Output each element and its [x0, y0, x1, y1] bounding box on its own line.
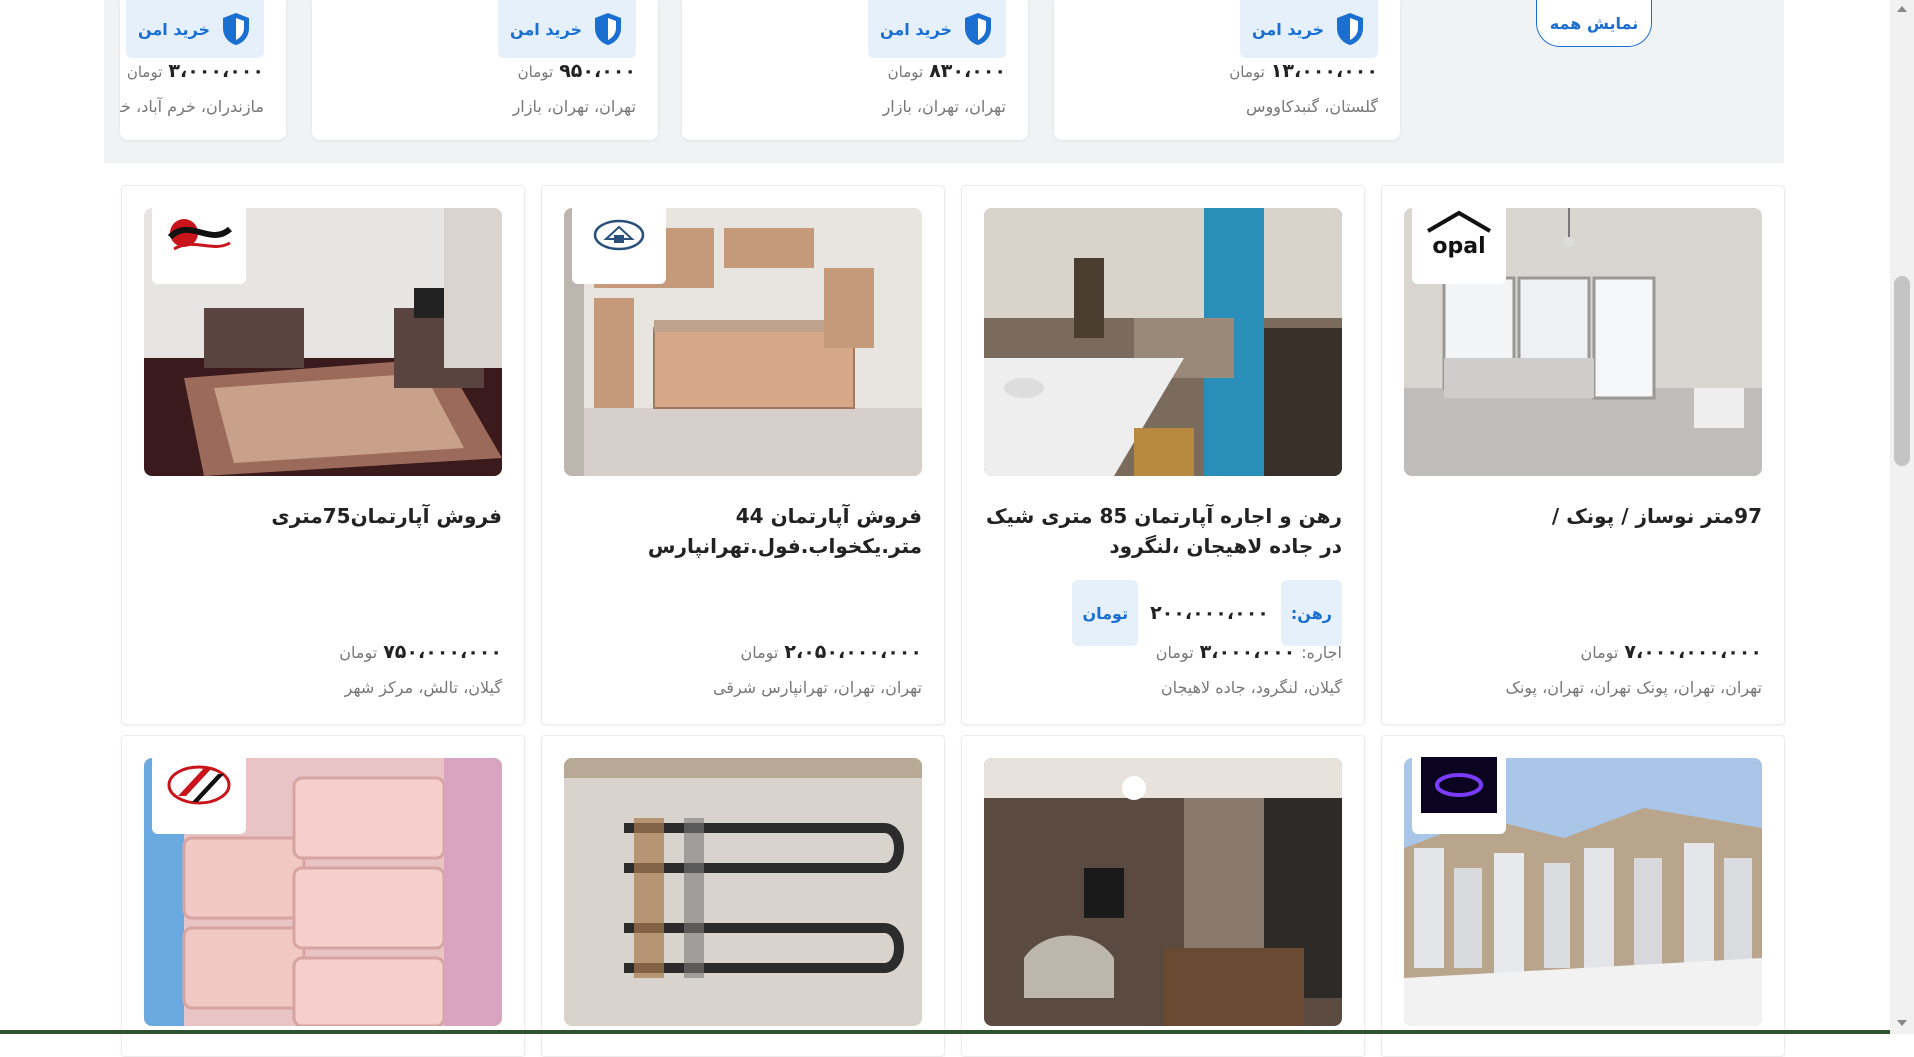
listing-price: ۲،۰۵۰،۰۰۰،۰۰۰تومان: [740, 641, 922, 663]
agency-logo: [152, 736, 246, 834]
deposit-value: ۲۰۰،۰۰۰،۰۰۰: [1150, 602, 1269, 624]
featured-card[interactable]: خرید امن ۹۵۰،۰۰۰تومان تهران، تهران، بازا…: [312, 0, 658, 140]
deposit-label: رهن:: [1280, 580, 1342, 646]
listing-price: ۷۵۰،۰۰۰،۰۰۰تومان: [339, 641, 502, 663]
secure-purchase-badge: خرید امن: [1240, 0, 1378, 58]
secure-purchase-badge: خرید امن: [126, 0, 264, 58]
listing-card[interactable]: فروش آپارتمان75متری ۷۵۰،۰۰۰،۰۰۰تومان گیل…: [121, 185, 525, 725]
featured-card[interactable]: خرید امن ۳،۰۰۰،۰۰۰تومان مازندران، خرم آب…: [120, 0, 286, 140]
agency-logo: [572, 186, 666, 284]
window-bottom-edge: [0, 1030, 1890, 1034]
listing-location: تهران، تهران، پونک تهران، تهران، پونک: [1505, 678, 1762, 697]
featured-card[interactable]: خرید امن ۱۳،۰۰۰،۰۰۰تومان گلستان، گنبدکاو…: [1054, 0, 1400, 140]
scroll-up-icon[interactable]: [1897, 6, 1907, 12]
svg-text:opal: opal: [1432, 234, 1485, 259]
secure-purchase-label: خرید امن: [879, 19, 953, 39]
listing-card[interactable]: [541, 735, 945, 1057]
listing-card[interactable]: [1381, 735, 1785, 1057]
featured-location: مازندران، خرم آباد، خر: [120, 97, 264, 116]
deposit-box: رهن: ۲۰۰،۰۰۰،۰۰۰ تومان: [1072, 580, 1342, 646]
featured-price: ۹۵۰،۰۰۰تومان: [517, 60, 636, 82]
featured-price: ۸۳۰،۰۰۰تومان: [887, 60, 1006, 82]
featured-location: تهران، تهران، بازار: [882, 97, 1006, 116]
listing-title[interactable]: فروش آپارتمان 44 متر.یکخواب.فول.تهرانپار…: [564, 501, 922, 561]
listing-rent: اجاره:۳،۰۰۰،۰۰۰تومان: [1155, 641, 1342, 663]
show-all-button[interactable]: نمایش همه: [1536, 0, 1652, 47]
listing-image[interactable]: [564, 758, 922, 1026]
secure-purchase-label: خرید امن: [509, 19, 583, 39]
agency-logo-icon: [167, 765, 231, 805]
secure-purchase-label: خرید امن: [137, 19, 211, 39]
listing-price: ۷،۰۰۰،۰۰۰،۰۰۰تومان: [1580, 641, 1762, 663]
secure-purchase-label: خرید امن: [1251, 19, 1325, 39]
featured-location: گلستان، گنبدکاووس: [1245, 97, 1378, 116]
featured-card[interactable]: خرید امن ۸۳۰،۰۰۰تومان تهران، تهران، بازا…: [682, 0, 1028, 140]
secure-purchase-badge: خرید امن: [868, 0, 1006, 58]
listing-image[interactable]: [984, 758, 1342, 1026]
scroll-down-icon[interactable]: [1897, 1020, 1907, 1026]
listing-card[interactable]: فروش آپارتمان 44 متر.یکخواب.فول.تهرانپار…: [541, 185, 945, 725]
page-scrollbar[interactable]: [1890, 0, 1914, 1034]
featured-location: تهران، تهران، بازار: [512, 97, 636, 116]
listing-title[interactable]: رهن و اجاره آپارتمان 85 متری شیک در جاده…: [984, 501, 1342, 561]
opal-logo-icon: opal: [1426, 210, 1492, 259]
agency-logo: [1412, 736, 1506, 834]
listing-location: تهران، تهران، تهرانپارس شرقی: [712, 678, 922, 697]
agency-emblem-icon: [593, 219, 645, 251]
listing-image[interactable]: [984, 208, 1342, 476]
shield-icon: [965, 13, 992, 45]
shield-icon: [223, 13, 250, 45]
agency-logo: opal: [1412, 186, 1506, 284]
listing-location: گیلان، لنگرود، جاده لاهیجان: [1160, 678, 1342, 697]
shield-icon: [595, 13, 622, 45]
listing-card[interactable]: رهن و اجاره آپارتمان 85 متری شیک در جاده…: [961, 185, 1365, 725]
listing-card[interactable]: opal 97متر نوساز / پونک / ۷،۰۰۰،۰۰۰،۰۰۰ت…: [1381, 185, 1785, 725]
listing-card[interactable]: [121, 735, 525, 1057]
listing-card[interactable]: [961, 735, 1365, 1057]
listing-title[interactable]: 97متر نوساز / پونک /: [1404, 501, 1762, 531]
featured-price: ۳،۰۰۰،۰۰۰تومان: [126, 60, 264, 82]
agency-logo-icon: [1421, 757, 1497, 813]
scrollbar-thumb[interactable]: [1894, 276, 1910, 466]
agency-logo-icon: [167, 219, 233, 251]
deposit-unit: تومان: [1072, 580, 1139, 646]
listing-title[interactable]: فروش آپارتمان75متری: [144, 501, 502, 531]
shield-icon: [1337, 13, 1364, 45]
secure-purchase-badge: خرید امن: [498, 0, 636, 58]
listing-location: گیلان، تالش، مرکز شهر: [344, 678, 502, 697]
agency-logo: [152, 186, 246, 284]
featured-price: ۱۳،۰۰۰،۰۰۰تومان: [1229, 60, 1378, 82]
